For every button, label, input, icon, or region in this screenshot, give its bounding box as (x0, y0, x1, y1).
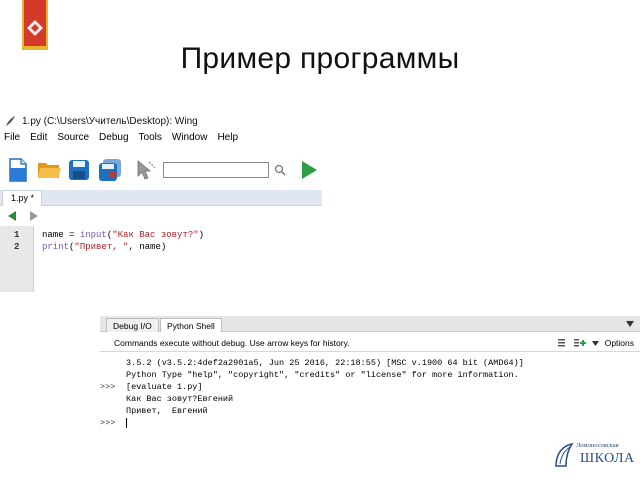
save-button[interactable] (66, 157, 92, 183)
shell-hint-text: Commands execute without debug. Use arro… (114, 338, 350, 348)
clear-icon[interactable] (557, 338, 568, 348)
shell-line-text: [evaluate 1.py] (126, 382, 203, 392)
code-string: "Как Вас зовут?" (112, 230, 199, 240)
shell-prompt: >>> (100, 382, 116, 392)
shell-line-text: 3.5.2 (v3.5.2:4def2a2901a5, Jun 25 2016,… (126, 358, 524, 368)
back-arrow-icon[interactable] (8, 211, 16, 221)
shell-line: >>> (100, 418, 127, 429)
menu-debug[interactable]: Debug (94, 132, 133, 148)
code-text: name = (42, 230, 80, 240)
shell-line-text: Python Type "help", "copyright", "credit… (126, 370, 519, 380)
menu-edit[interactable]: Edit (25, 132, 52, 148)
shell-line: 3.5.2 (v3.5.2:4def2a2901a5, Jun 25 2016,… (100, 358, 524, 369)
new-file-icon (9, 158, 27, 182)
shell-line-text: Привет, Евгений (126, 406, 208, 416)
code-line-1: name = input("Как Вас зовут?") (42, 230, 204, 240)
run-button[interactable] (296, 157, 322, 183)
menu-window[interactable]: Window (167, 132, 213, 148)
menu-file[interactable]: File (0, 132, 25, 148)
pointer-icon (137, 160, 156, 180)
line-number-gutter: 1 2 (0, 226, 34, 292)
shell-line: Как Вас зовут?Евгений (100, 394, 233, 405)
navigation-row (0, 206, 322, 226)
editor-window: 1.py (C:\Users\Учитель\Desktop): Wing Fi… (0, 108, 322, 292)
open-button[interactable] (36, 157, 62, 183)
shell-line: Python Type "help", "copyright", "credit… (100, 370, 519, 381)
logo-small-text: Ломоносовская (576, 442, 619, 449)
wing-feather-icon (6, 116, 15, 126)
code-line-2: print("Привет, ", name) (42, 242, 166, 252)
python-shell-panel: Debug I/O Python Shell Commands execute … (100, 312, 640, 440)
tab-python-shell[interactable]: Python Shell (160, 318, 222, 332)
options-button[interactable]: Options (605, 338, 634, 348)
options-dropdown-icon[interactable] (591, 340, 599, 346)
open-folder-icon (37, 163, 61, 178)
menu-bar: File Edit Source Debug Tools Window Help (0, 132, 322, 148)
line-number: 1 (14, 230, 20, 240)
code-keyword: input (79, 230, 107, 240)
add-icon[interactable] (573, 338, 586, 348)
save-all-icon (99, 159, 122, 181)
shell-hint-bar: Commands execute without debug. Use arro… (100, 338, 640, 352)
window-title: 1.py (C:\Users\Учитель\Desktop): Wing (22, 115, 198, 127)
code-keyword: print (42, 242, 70, 252)
logo-big-text: ШКОЛА (580, 451, 635, 466)
menu-help[interactable]: Help (212, 132, 243, 148)
forward-arrow-icon[interactable] (30, 211, 38, 221)
shell-line: Привет, Евгений (100, 406, 208, 417)
code-text: ) (198, 230, 205, 240)
text-cursor (126, 418, 127, 428)
menu-tools[interactable]: Tools (134, 132, 167, 148)
shell-prompt: >>> (100, 418, 116, 429)
code-string: "Привет, " (74, 242, 129, 252)
toolbar-search-input[interactable] (162, 162, 270, 178)
save-icon (69, 160, 90, 180)
slide-title: Пример программы (180, 42, 460, 75)
shell-line: >>> [evaluate 1.py] (100, 382, 203, 393)
save-all-button[interactable] (97, 157, 123, 183)
toolbar (0, 150, 322, 190)
tab-1py[interactable]: 1.py * (2, 190, 42, 206)
line-number: 2 (14, 242, 20, 252)
code-text: , name) (128, 242, 167, 252)
window-titlebar: 1.py (C:\Users\Учитель\Desktop): Wing (0, 112, 322, 130)
search-icon (275, 164, 286, 176)
shell-output[interactable]: 3.5.2 (v3.5.2:4def2a2901a5, Jun 25 2016,… (100, 354, 640, 440)
run-icon (302, 161, 318, 179)
tab-debug-io[interactable]: Debug I/O (106, 318, 159, 332)
menu-source[interactable]: Source (52, 132, 94, 148)
shell-tab-strip: Debug I/O Python Shell (100, 316, 640, 332)
school-logo: Ломоносовская ШКОЛА (554, 438, 634, 472)
shell-line-text: Как Вас зовут?Евгений (126, 394, 234, 404)
code-editor[interactable]: 1 2 name = input("Как Вас зовут?") print… (0, 226, 322, 292)
search-button[interactable] (272, 157, 288, 183)
shell-hint-icons: Options (557, 338, 634, 348)
editor-tab-strip: 1.py * (0, 190, 322, 206)
panel-menu-icon[interactable] (626, 321, 634, 327)
school-emblem-icon (555, 442, 574, 467)
pointer-button[interactable] (133, 157, 159, 183)
new-file-button[interactable] (5, 157, 31, 183)
